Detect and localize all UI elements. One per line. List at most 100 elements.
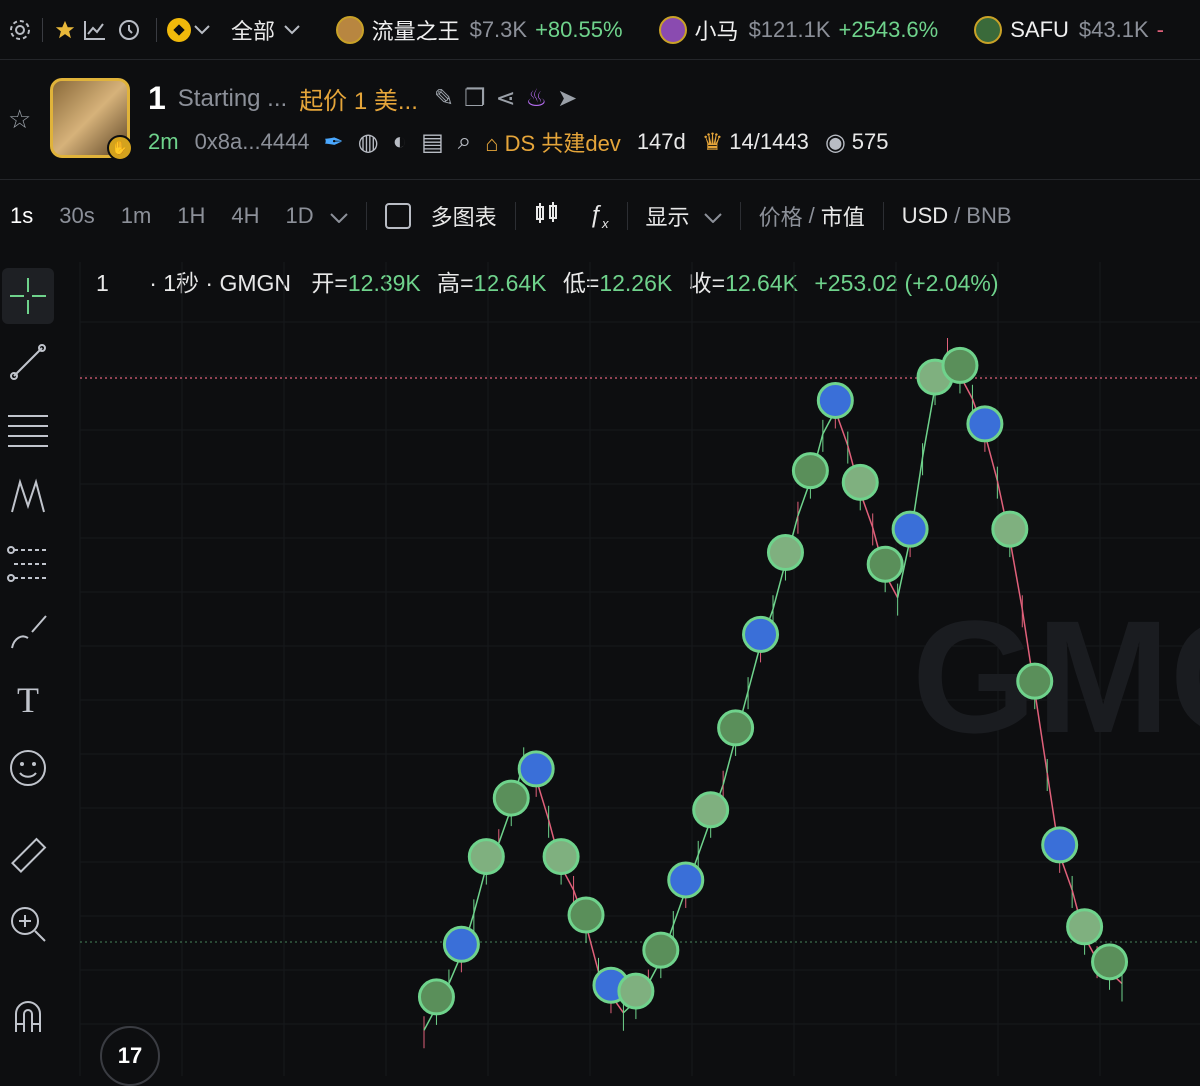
trade-marker-avatar[interactable] bbox=[692, 791, 730, 829]
trade-marker-avatar[interactable] bbox=[991, 510, 1029, 548]
chart-circle-icon[interactable]: ◐ bbox=[393, 128, 408, 156]
trade-marker-avatar[interactable] bbox=[717, 709, 755, 747]
chevron-down-icon[interactable] bbox=[192, 24, 211, 35]
contract-address[interactable]: 0x8a...4444 bbox=[195, 129, 310, 155]
divider bbox=[739, 202, 741, 230]
horizontal-lines-icon[interactable] bbox=[2, 402, 54, 458]
trade-marker-avatar[interactable] bbox=[866, 545, 904, 583]
fib-levels-icon[interactable] bbox=[2, 536, 54, 592]
text-tool-icon[interactable]: T bbox=[2, 672, 54, 728]
trade-marker-avatar[interactable] bbox=[742, 615, 780, 653]
pattern-icon[interactable] bbox=[2, 468, 54, 524]
price-toggle[interactable]: 价格 bbox=[759, 200, 803, 232]
timeframe-1m[interactable]: 1m bbox=[121, 203, 152, 229]
bnb-toggle[interactable]: BNB bbox=[966, 203, 1011, 229]
watermark-text: GMGN bbox=[912, 587, 1200, 766]
chevron-down-icon[interactable] bbox=[703, 203, 722, 229]
website-globe-icon[interactable]: ◍ bbox=[358, 128, 379, 157]
trade-marker-avatar[interactable] bbox=[1016, 662, 1054, 700]
trade-marker-avatar[interactable] bbox=[891, 510, 929, 548]
star-icon[interactable] bbox=[53, 19, 78, 41]
token-avatar bbox=[974, 15, 1003, 44]
notes-icon[interactable]: ▤ bbox=[421, 128, 444, 157]
telegram-icon[interactable]: ➤ bbox=[557, 84, 577, 113]
search-icon[interactable]: ⌕ bbox=[458, 128, 471, 156]
timeframe-1d[interactable]: 1D bbox=[286, 203, 314, 229]
timeframe-4h[interactable]: 4H bbox=[231, 203, 259, 229]
flame-icon[interactable]: ♨ bbox=[526, 84, 548, 113]
settings-icon[interactable] bbox=[8, 18, 32, 42]
timeframe-30s[interactable]: 30s bbox=[59, 203, 94, 229]
mcap-toggle[interactable]: 市值 bbox=[821, 200, 865, 232]
trade-markers bbox=[417, 346, 1129, 1016]
trade-marker-avatar[interactable] bbox=[941, 346, 979, 384]
filter-dropdown[interactable]: 全部 bbox=[231, 14, 275, 46]
token-avatar bbox=[658, 15, 687, 44]
trade-marker-avatar[interactable] bbox=[467, 838, 505, 876]
emoji-icon[interactable] bbox=[2, 740, 54, 796]
trade-marker-avatar[interactable] bbox=[1066, 908, 1104, 946]
share-icon[interactable]: ⋖ bbox=[496, 84, 516, 113]
token-avatar bbox=[335, 15, 364, 44]
token-symbol: 1 bbox=[148, 80, 166, 116]
divider bbox=[42, 17, 43, 42]
trade-marker-avatar[interactable] bbox=[667, 861, 705, 899]
edit-icon[interactable]: ✎ bbox=[434, 84, 454, 113]
ticker-item[interactable]: 流量之王 $7.3K +80.55% bbox=[335, 14, 623, 46]
ticker-item[interactable]: SAFU $43.1K - bbox=[974, 15, 1164, 44]
divider bbox=[514, 202, 516, 230]
trend-chart-icon[interactable] bbox=[78, 19, 112, 41]
ticker-name: 流量之王 bbox=[371, 18, 460, 44]
tradingview-logo[interactable]: 17 bbox=[100, 1026, 160, 1086]
multi-chart-checkbox[interactable] bbox=[384, 203, 411, 229]
divider bbox=[365, 202, 367, 230]
hand-badge-icon: ✋ bbox=[107, 135, 133, 161]
trade-marker-avatar[interactable] bbox=[966, 405, 1004, 443]
history-icon[interactable] bbox=[112, 18, 146, 42]
crosshair-icon[interactable] bbox=[2, 268, 54, 324]
chevron-down-icon[interactable] bbox=[283, 24, 302, 35]
trade-marker-avatar[interactable] bbox=[517, 750, 555, 788]
trade-marker-avatar[interactable] bbox=[567, 896, 605, 934]
trade-marker-avatar[interactable] bbox=[642, 931, 680, 969]
trade-marker-avatar[interactable] bbox=[442, 925, 480, 963]
slash-separator: / bbox=[808, 203, 815, 228]
trade-marker-avatar[interactable] bbox=[766, 534, 804, 572]
timeframe-1h[interactable]: 1H bbox=[177, 203, 205, 229]
trendline-icon[interactable] bbox=[2, 334, 54, 390]
copy-icon[interactable]: ❐ bbox=[464, 84, 486, 113]
ruler-icon[interactable] bbox=[2, 828, 54, 884]
price-segment bbox=[921, 386, 936, 458]
trade-marker-avatar[interactable] bbox=[1041, 826, 1079, 864]
trade-marker-avatar[interactable] bbox=[617, 972, 655, 1010]
dev-label: ⌂ DS 共建dev bbox=[485, 131, 621, 156]
trade-marker-avatar[interactable] bbox=[542, 838, 580, 876]
trade-marker-avatar[interactable] bbox=[841, 463, 879, 501]
drawing-toolbar: T bbox=[0, 262, 56, 1076]
eye-icon: ◉ bbox=[824, 128, 846, 156]
chain-bnb-icon[interactable] bbox=[166, 17, 192, 43]
price-chart[interactable]: GMGN bbox=[62, 262, 1200, 1076]
trade-marker-avatar[interactable] bbox=[417, 978, 455, 1016]
divider bbox=[155, 17, 157, 42]
usd-toggle[interactable]: USD bbox=[902, 203, 948, 229]
trade-marker-avatar[interactable] bbox=[816, 381, 854, 419]
brush-icon[interactable] bbox=[2, 604, 54, 660]
zoom-in-icon[interactable] bbox=[2, 896, 54, 952]
timeframe-1s[interactable]: 1s bbox=[10, 203, 33, 229]
favorite-star-icon[interactable]: ☆ bbox=[8, 104, 31, 135]
token-name: Starting ... bbox=[177, 84, 288, 112]
feather-icon[interactable]: ✒ bbox=[324, 128, 344, 157]
chevron-down-icon[interactable] bbox=[329, 203, 348, 229]
trade-marker-avatar[interactable] bbox=[492, 779, 530, 817]
magnet-icon[interactable] bbox=[2, 988, 54, 1044]
ticker-name: SAFU bbox=[1010, 16, 1069, 42]
trade-marker-avatar[interactable] bbox=[1091, 943, 1129, 981]
indicators-fx-icon[interactable]: ƒx bbox=[589, 201, 609, 231]
candlestick-icon[interactable] bbox=[534, 200, 560, 232]
trade-marker-avatar[interactable] bbox=[791, 452, 829, 490]
multi-chart-label[interactable]: 多图表 bbox=[431, 200, 497, 232]
divider bbox=[626, 202, 628, 230]
display-dropdown[interactable]: 显示 bbox=[646, 200, 690, 232]
ticker-item[interactable]: 小马 $121.1K +2543.6% bbox=[658, 14, 938, 46]
